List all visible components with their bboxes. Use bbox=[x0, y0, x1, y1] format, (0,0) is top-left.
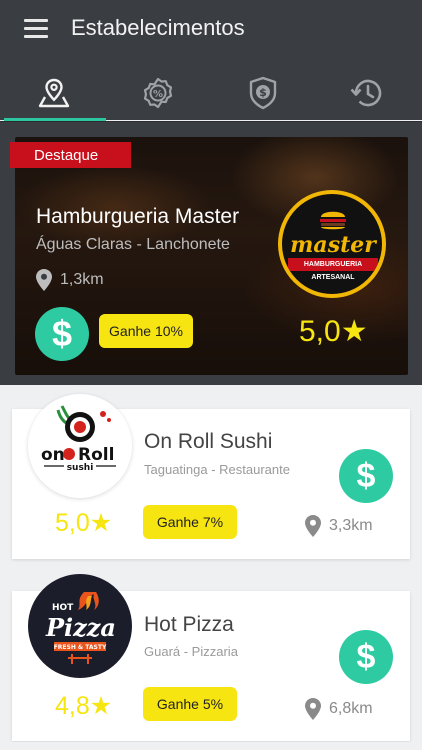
establishment-logo: on Roll sushi bbox=[28, 394, 132, 498]
featured-subtitle: Águas Claras - Lanchonete bbox=[36, 236, 230, 253]
featured-badge: Destaque bbox=[10, 142, 131, 168]
cashback-dollar-icon: $ bbox=[339, 630, 393, 684]
hamburger-menu-icon[interactable] bbox=[24, 19, 50, 39]
featured-rating: 5,0★ bbox=[299, 315, 368, 348]
svg-text:Roll: Roll bbox=[78, 445, 114, 465]
logo-wordmark: master bbox=[290, 232, 376, 258]
map-pin-icon bbox=[38, 78, 70, 108]
location-pin-icon bbox=[305, 698, 321, 720]
sushi-logo-icon: on Roll sushi bbox=[41, 405, 116, 473]
cashback-badge[interactable]: Ganhe 7% bbox=[143, 505, 237, 539]
establishment-location: 3,3km bbox=[305, 515, 373, 537]
featured-name[interactable]: Hamburgueria Master bbox=[36, 205, 239, 229]
svg-text:Pizza: Pizza bbox=[45, 613, 116, 642]
burger-icon bbox=[320, 211, 346, 230]
dollar-badge-icon: $ bbox=[249, 76, 277, 110]
tab-cashback[interactable]: $ bbox=[233, 70, 293, 116]
svg-text:HOT: HOT bbox=[52, 603, 74, 613]
list-bottom bbox=[0, 742, 422, 750]
tab-history[interactable] bbox=[337, 70, 397, 116]
cashback-dollar-icon: $ bbox=[35, 307, 89, 361]
location-pin-icon bbox=[305, 515, 321, 537]
establishment-rating: 5,0★ bbox=[55, 509, 113, 537]
establishment-logo: HOT Pizza FRESH & TASTY bbox=[28, 574, 132, 678]
establishment-distance: 3,3km bbox=[329, 517, 373, 534]
svg-text:FRESH & TASTY: FRESH & TASTY bbox=[54, 644, 107, 651]
establishment-location: 6,8km bbox=[305, 698, 373, 720]
cashback-dollar-icon: $ bbox=[339, 449, 393, 503]
tab-discounts[interactable]: % bbox=[128, 70, 188, 116]
svg-text:$: $ bbox=[259, 86, 267, 99]
featured-logo: master HAMBURGUERIA ARTESANAL bbox=[278, 190, 386, 298]
logo-band: HAMBURGUERIA ARTESANAL bbox=[288, 258, 378, 281]
featured-cashback-badge[interactable]: Ganhe 10% bbox=[99, 314, 193, 348]
establishment-distance: 6,8km bbox=[329, 700, 373, 717]
svg-text:%: % bbox=[153, 89, 163, 100]
establishment-subtitle: Guará - Pizzaria bbox=[144, 644, 238, 659]
app-bar: Estabelecimentos % $ bbox=[0, 0, 422, 121]
establishment-name[interactable]: On Roll Sushi bbox=[144, 430, 272, 454]
location-pin-icon bbox=[36, 269, 52, 291]
svg-text:on: on bbox=[41, 445, 65, 465]
establishment-rating: 4,8★ bbox=[55, 692, 113, 720]
page-title: Estabelecimentos bbox=[71, 15, 245, 40]
establishment-subtitle: Taguatinga - Restaurante bbox=[144, 462, 290, 477]
percent-badge-icon: % bbox=[143, 77, 173, 109]
pizza-logo-icon: HOT Pizza FRESH & TASTY bbox=[45, 592, 116, 664]
establishment-name[interactable]: Hot Pizza bbox=[144, 613, 234, 637]
tab-map[interactable] bbox=[24, 70, 84, 116]
featured-distance: 1,3km bbox=[60, 271, 104, 288]
svg-text:sushi: sushi bbox=[67, 463, 94, 473]
history-icon bbox=[350, 79, 382, 107]
featured-location: 1,3km bbox=[36, 269, 104, 291]
cashback-badge[interactable]: Ganhe 5% bbox=[143, 687, 237, 721]
